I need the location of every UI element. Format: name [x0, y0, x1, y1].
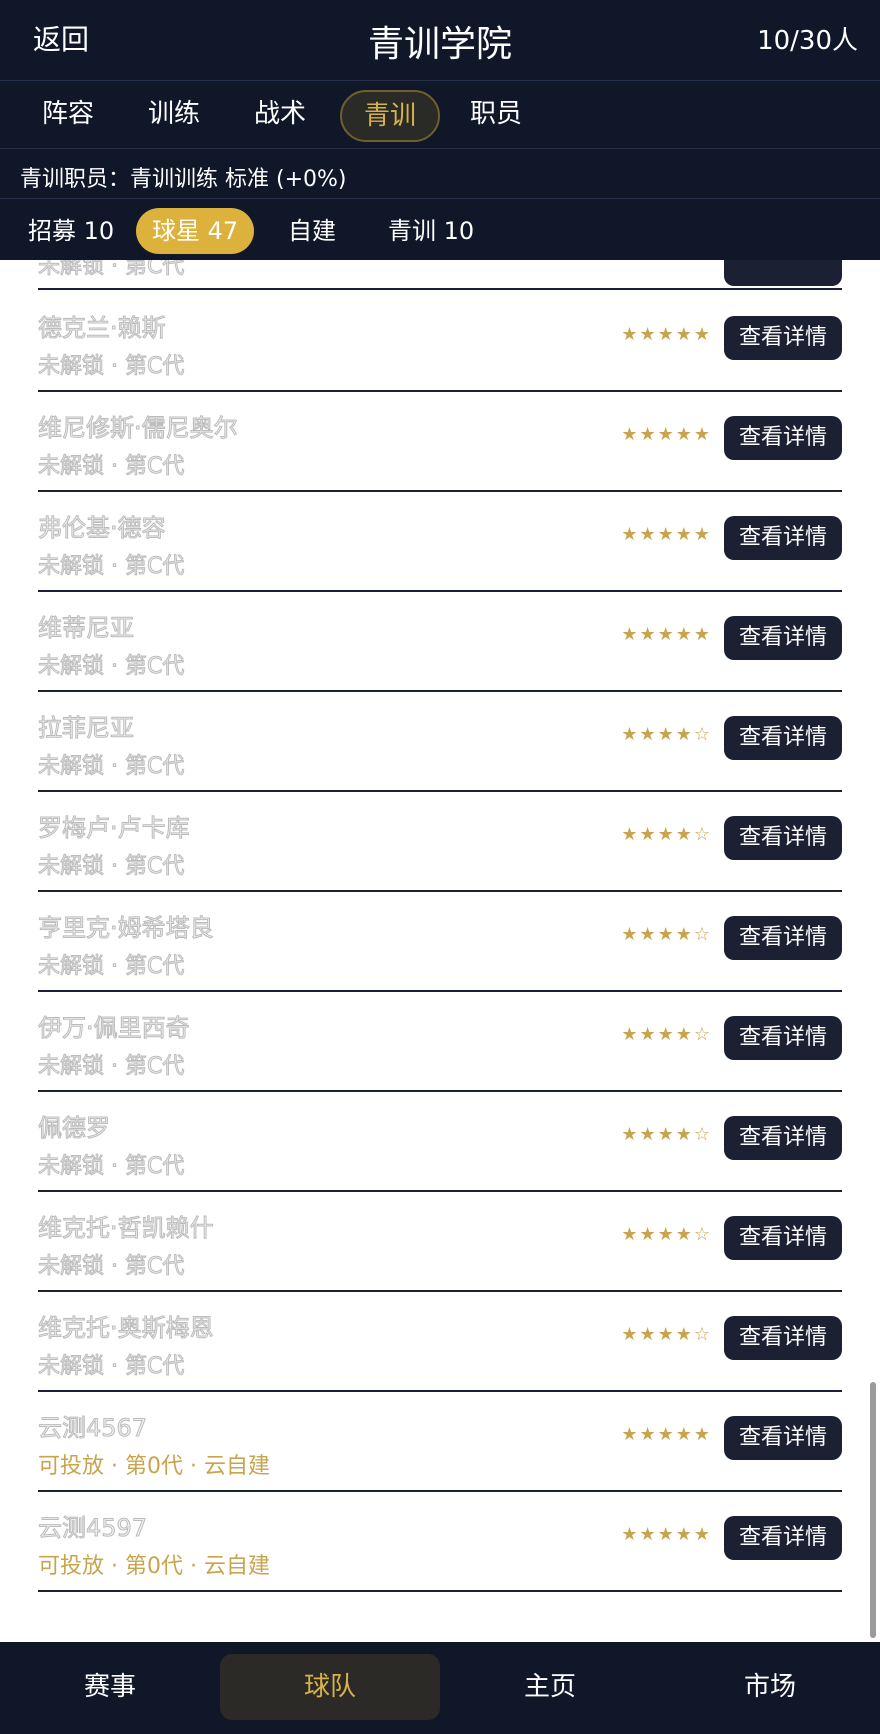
view-details-button[interactable]: 查看详情	[724, 616, 842, 660]
star-rating: ★★★★☆	[621, 924, 712, 945]
view-details-button[interactable]: 查看详情	[724, 1216, 842, 1260]
list-item: 德克兰·赖斯 未解锁 · 第C代 ★★★★★ 查看详情	[37, 290, 842, 392]
top-bar: 返回 青训学院 10/30人	[0, 0, 880, 80]
main-tabs: 阵容 训练 战术 青训 职员	[0, 80, 880, 149]
star-rating: ★★★★★	[621, 424, 712, 445]
view-details-button[interactable]: 查看详情	[724, 816, 842, 860]
list-item: 维克托·奥斯梅恩 未解锁 · 第C代 ★★★★☆ 查看详情	[37, 1290, 842, 1392]
subtab-stars[interactable]: 球星 47	[136, 208, 255, 254]
player-meta: 未解锁 · 第C代	[37, 1154, 185, 1180]
nav-matches[interactable]: 赛事	[0, 1654, 220, 1720]
list-item: 维蒂尼亚 未解锁 · 第C代 ★★★★★ 查看详情	[37, 590, 842, 692]
list-item: 佩德罗 未解锁 · 第C代 ★★★★☆ 查看详情	[37, 1090, 842, 1192]
tab-training[interactable]: 训练	[126, 90, 222, 138]
player-name: 弗伦基·德容	[38, 514, 167, 543]
player-list: 未解锁 · 第C代 德克兰·赖斯 未解锁 · 第C代 ★★★★★ 查看详情 维尼…	[0, 260, 880, 1642]
player-name: 拉菲尼亚	[38, 714, 135, 743]
player-count: 10/30人	[757, 26, 858, 56]
player-meta: 未解锁 · 第C代	[37, 854, 185, 880]
list-item: 弗伦基·德容 未解锁 · 第C代 ★★★★★ 查看详情	[37, 490, 842, 592]
view-details-button[interactable]: 查看详情	[724, 1116, 842, 1160]
list-item: 维克托·哲凯赖什 未解锁 · 第C代 ★★★★☆ 查看详情	[37, 1190, 842, 1292]
list-item: 云测4567 可投放 · 第0代 · 云自建 ★★★★★ 查看详情	[37, 1390, 842, 1492]
player-meta: 未解锁 · 第C代	[38, 260, 185, 280]
bottom-nav: 赛事 球队 主页 市场	[0, 1642, 880, 1734]
page-title: 青训学院	[367, 24, 512, 65]
list-item: 拉菲尼亚 未解锁 · 第C代 ★★★★☆ 查看详情	[37, 690, 842, 792]
player-name: 维克托·哲凯赖什	[38, 1214, 215, 1243]
nav-home[interactable]: 主页	[440, 1654, 660, 1720]
sub-tabs: 招募 10 球星 47 自建 青训 10	[0, 198, 880, 261]
view-details-button[interactable]: 查看详情	[724, 516, 842, 560]
player-meta: 未解锁 · 第C代	[37, 554, 185, 580]
player-name: 维蒂尼亚	[38, 614, 135, 643]
star-rating: ★★★★★	[621, 524, 712, 545]
staff-info-text: 青训职员：青训训练 标准 (+0%)	[20, 167, 347, 192]
star-rating: ★★★★☆	[621, 724, 712, 745]
star-rating: ★★★★☆	[621, 1024, 712, 1045]
player-meta: 未解锁 · 第C代	[37, 754, 185, 780]
view-details-button[interactable]: 查看详情	[724, 1016, 842, 1060]
view-details-button[interactable]: 查看详情	[724, 916, 842, 960]
view-details-button[interactable]: 查看详情	[724, 1316, 842, 1360]
player-name: 维克托·奥斯梅恩	[38, 1314, 215, 1343]
tab-staff[interactable]: 职员	[448, 90, 544, 138]
tab-tactics[interactable]: 战术	[232, 90, 328, 138]
tab-youth[interactable]: 青训	[340, 90, 441, 142]
tab-lineup[interactable]: 阵容	[20, 90, 116, 138]
scrollbar[interactable]	[870, 1382, 876, 1638]
subtab-youth[interactable]: 青训 10	[372, 208, 490, 254]
star-rating: ★★★★☆	[621, 1124, 712, 1145]
star-rating: ★★★★☆	[621, 824, 712, 845]
star-rating: ★★★★★	[621, 1524, 712, 1545]
player-name: 亨里克·姆希塔良	[38, 914, 215, 943]
staff-info-bar: 青训职员：青训训练 标准 (+0%)	[0, 148, 880, 199]
player-name: 伊万·佩里西奇	[38, 1014, 191, 1043]
subtab-recruit[interactable]: 招募 10	[12, 208, 130, 254]
view-details-button[interactable]: 查看详情	[724, 1516, 842, 1560]
star-rating: ★★★★★	[621, 624, 712, 645]
player-name: 云测4597	[37, 1514, 148, 1543]
view-details-button[interactable]: 查看详情	[724, 316, 842, 360]
subtab-custom[interactable]: 自建	[272, 208, 352, 254]
app-root: 返回 青训学院 10/30人 阵容 训练 战术 青训 职员 青训职员：青训训练 …	[0, 0, 880, 1734]
player-meta: 未解锁 · 第C代	[37, 954, 185, 980]
view-details-button[interactable]: 查看详情	[724, 416, 842, 460]
player-meta: 未解锁 · 第C代	[37, 1054, 185, 1080]
player-name: 德克兰·赖斯	[38, 314, 167, 343]
star-rating: ★★★★☆	[621, 1324, 712, 1345]
star-rating: ★★★★☆	[621, 1224, 712, 1245]
star-rating: ★★★★★	[621, 1424, 712, 1445]
player-meta: 可投放 · 第0代 · 云自建	[38, 1554, 270, 1579]
player-meta: 未解锁 · 第C代	[37, 654, 185, 680]
player-meta: 可投放 · 第0代 · 云自建	[38, 1454, 270, 1479]
view-details-button[interactable]: 查看详情	[724, 1416, 842, 1460]
list-item: 亨里克·姆希塔良 未解锁 · 第C代 ★★★★☆ 查看详情	[37, 890, 842, 992]
view-details-button[interactable]	[724, 260, 842, 286]
player-meta: 未解锁 · 第C代	[37, 1254, 185, 1280]
player-meta: 未解锁 · 第C代	[37, 354, 185, 380]
player-name: 云测4567	[37, 1414, 148, 1443]
player-name: 佩德罗	[38, 1114, 111, 1143]
nav-team[interactable]: 球队	[220, 1654, 440, 1720]
view-details-button[interactable]: 查看详情	[724, 716, 842, 760]
star-rating: ★★★★★	[621, 324, 712, 345]
list-item-partial: 未解锁 · 第C代	[38, 260, 842, 290]
player-meta: 未解锁 · 第C代	[37, 1354, 185, 1380]
player-name: 罗梅卢·卢卡库	[38, 814, 191, 843]
list-item: 伊万·佩里西奇 未解锁 · 第C代 ★★★★☆ 查看详情	[37, 990, 842, 1092]
list-item: 云测4597 可投放 · 第0代 · 云自建 ★★★★★ 查看详情	[37, 1490, 842, 1592]
list-item: 维尼修斯·儒尼奥尔 未解锁 · 第C代 ★★★★★ 查看详情	[37, 390, 842, 492]
nav-market[interactable]: 市场	[660, 1654, 880, 1720]
list-item: 罗梅卢·卢卡库 未解锁 · 第C代 ★★★★☆ 查看详情	[37, 790, 842, 892]
player-meta: 未解锁 · 第C代	[37, 454, 185, 480]
player-name: 维尼修斯·儒尼奥尔	[38, 414, 239, 443]
